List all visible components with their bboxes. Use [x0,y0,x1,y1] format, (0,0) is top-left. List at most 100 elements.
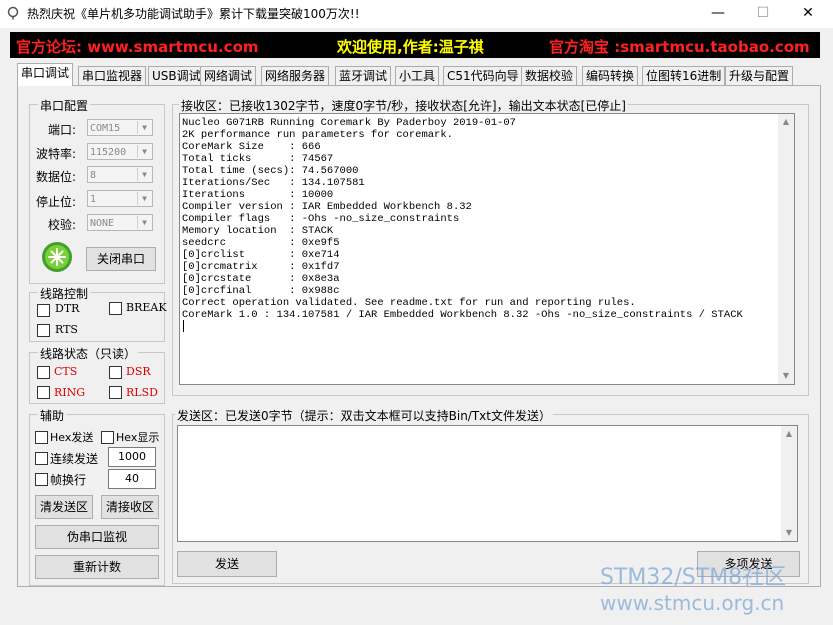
watermark-url: www.stmcu.org.cn [600,591,785,615]
receive-line: [0]crclist : 0xe714 [182,249,340,261]
minimize-button[interactable]: — [695,0,741,28]
banner: 官方论坛: www.smartmcu.com 欢迎使用,作者:温子祺 官方淘宝 … [10,32,820,58]
baud-select[interactable]: 115200 ▼ [87,143,153,160]
text-cursor [183,320,184,332]
chevron-down-icon: ▼ [137,168,151,181]
tab-encoding[interactable]: 编码转换 [582,66,639,85]
break-label: BREAK [126,301,167,314]
send-scrollbar[interactable]: ▲ ▼ [781,426,797,541]
parity-label: 校验: [48,218,77,232]
tab-tools[interactable]: 小工具 [395,66,440,85]
tab-network-server[interactable]: 网络服务器 [261,66,330,85]
frame-wrap-checkbox[interactable] [35,473,48,486]
assist-title: 辅助 [38,407,67,424]
hex-display-checkbox[interactable] [101,431,114,444]
chevron-down-icon: ▼ [137,145,151,158]
receive-line: Compiler flags : -Ohs -no_size_constrain… [182,213,460,225]
receive-line: Iterations/Sec : 134.107581 [182,177,365,189]
dtr-checkbox[interactable] [37,304,50,317]
parity-value: NONE [90,218,115,229]
hex-display-label: Hex显示 [116,431,160,444]
app-icon [7,6,19,20]
rlsd-label: RLSD [126,386,158,399]
databits-label: 数据位: [36,170,77,184]
line-status-group: 线路状态（只读） CTS DSR RING RLSD [29,345,165,404]
close-window-button[interactable]: ✕ [785,0,831,28]
continuous-interval-input[interactable]: 1000 [108,447,156,467]
receive-textarea[interactable]: Nucleo G071RB Running Coremark By Paderb… [179,113,795,385]
stopbits-label: 停止位: [36,195,77,209]
recount-button[interactable]: 重新计数 [35,555,159,579]
hex-send-checkbox[interactable] [35,431,48,444]
scroll-up-icon[interactable]: ▲ [778,114,794,130]
receive-status-title: 接收区：已接收1302字节，速度0字节/秒，接收状态[允许]，输出文本状态[已停… [179,97,628,114]
cts-checkbox [37,366,50,379]
dsr-checkbox [109,366,122,379]
scroll-down-icon[interactable]: ▼ [781,525,797,541]
send-status-title: 发送区：已发送0字节（提示：双击文本框可以支持Bin/Txt文件发送） [175,407,553,424]
tab-upgrade-config[interactable]: 升级与配置 [725,66,794,85]
dtr-label: DTR [55,302,80,315]
rts-label: RTS [55,323,78,336]
hex-send-label: Hex发送 [50,431,94,444]
maximize-button[interactable]: ☐ [740,0,786,28]
stopbits-select[interactable]: 1 ▼ [87,190,153,207]
maximize-icon: ☐ [756,5,770,21]
send-textarea[interactable]: ▲ ▼ [177,425,798,542]
watermark-title: STM32/STM8社区 [600,565,787,590]
port-label: 端口: [48,123,77,137]
receive-scrollbar[interactable]: ▲ ▼ [778,114,794,384]
chevron-down-icon: ▼ [137,121,151,134]
scroll-up-icon[interactable]: ▲ [781,426,797,442]
welcome-text: 欢迎使用,作者:温子祺 [337,38,484,56]
receive-line: Total ticks : 74567 [182,153,334,165]
title-bar[interactable]: 热烈庆祝《单片机多功能调试助手》累计下载量突破100万次!! — ☐ ✕ [0,0,833,28]
tab-network-debug[interactable]: 网络调试 [200,66,257,85]
receive-line: Nucleo G071RB Running Coremark By Paderb… [182,117,516,129]
ring-label: RING [54,386,86,399]
frame-wrap-label: 帧换行 [50,473,87,487]
cts-label: CTS [54,365,78,378]
serial-config-title: 串口配置 [38,97,91,114]
tab-bitmap-hex[interactable]: 位图转16进制 [642,66,726,85]
pseudo-monitor-button[interactable]: 伪串口监视 [35,525,159,549]
receive-line: [0]crcstate : 0x8e3a [182,273,340,285]
minimize-icon: — [711,5,725,21]
tab-usb-debug[interactable]: USB调试 [148,66,205,85]
receive-line: Total time (secs): 74.567000 [182,165,359,177]
line-status-title: 线路状态（只读） [38,345,139,362]
tab-serial-monitor[interactable]: 串口监视器 [78,66,147,85]
tab-serial-debug[interactable]: 串口调试 [17,63,74,86]
receive-line: Memory location : STACK [182,225,334,237]
rts-checkbox[interactable] [37,324,50,337]
tab-c51-wizard[interactable]: C51代码向导 [443,66,523,85]
port-value: COM15 [90,123,121,134]
window-title: 热烈庆祝《单片机多功能调试助手》累计下载量突破100万次!! [27,7,360,21]
forum-link[interactable]: 官方论坛: www.smartmcu.com [16,36,259,57]
baud-value: 115200 [90,147,127,158]
receive-line: seedcrc : 0xe9f5 [182,237,340,249]
send-button[interactable]: 发送 [177,551,277,577]
break-checkbox[interactable] [109,302,122,315]
clear-receive-button[interactable]: 清接收区 [101,495,159,519]
continuous-send-label: 连续发送 [50,452,99,466]
port-select[interactable]: COM15 ▼ [87,119,153,136]
clear-send-button[interactable]: 清发送区 [35,495,93,519]
baud-label: 波特率: [36,147,77,161]
continuous-send-checkbox[interactable] [35,452,48,465]
receive-content: Nucleo G071RB Running Coremark By Paderb… [182,117,794,321]
close-port-button[interactable]: 关闭串口 [86,247,156,271]
stopbits-value: 1 [90,194,97,205]
tab-bluetooth-debug[interactable]: 蓝牙调试 [335,66,392,85]
parity-select[interactable]: NONE ▼ [87,214,153,231]
receive-line: [0]crcmatrix : 0x1fd7 [182,261,340,273]
receive-line: CoreMark Size : 666 [182,141,321,153]
tab-data-checksum[interactable]: 数据校验 [521,66,578,85]
taobao-link[interactable]: 官方淘宝 :smartmcu.taobao.com [549,36,810,57]
receive-line: Iterations : 10000 [182,189,334,201]
scroll-down-icon[interactable]: ▼ [778,368,794,384]
databits-select[interactable]: 8 ▼ [87,166,153,183]
receive-line: Compiler version : IAR Embedded Workbenc… [182,201,472,213]
frame-wrap-input[interactable]: 40 [108,469,156,489]
port-status-icon [42,242,72,272]
